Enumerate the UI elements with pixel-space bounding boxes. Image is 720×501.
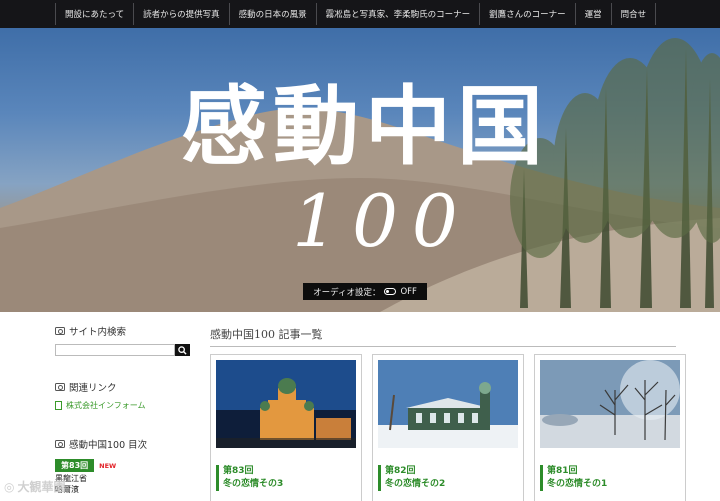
article-list-title: 感動中国100 記事一覧: [210, 326, 676, 347]
nav-item-liu-ying[interactable]: 劉鷹さんのコーナー: [479, 3, 575, 25]
toc-sub2: 哈爾濱: [55, 485, 79, 494]
camera-icon: [55, 440, 65, 448]
toc-sub1: 黒龍江省: [55, 474, 87, 483]
audio-setting-label: オーディオ設定：: [313, 287, 381, 298]
card-episode: 第81回: [547, 466, 578, 476]
top-navigation: 開設にあたって 読者からの提供写真 感動の日本の風景 霧凇島と写真家、李柔駒氏の…: [0, 0, 720, 28]
thumbnail-wooden-house: [378, 360, 518, 448]
card-caption: 第81回 冬の恋情その1: [540, 465, 680, 491]
card-episode: 第83回: [223, 466, 254, 476]
card-title: 冬の恋情その2: [385, 479, 446, 489]
hero-banner: 感動中国 100 オーディオ設定： OFF: [0, 28, 720, 312]
card-caption: 第83回 冬の恋情その3: [216, 465, 356, 491]
camera-icon: [55, 383, 65, 391]
thumbnail-cathedral: [216, 360, 356, 448]
article-list: 感動中国100 記事一覧 第83回 冬の恋情その3 第82回 冬の恋情その2 第…: [210, 326, 686, 501]
toc-heading-label: 感動中国100 目次: [69, 440, 148, 451]
camera-icon: [55, 327, 65, 335]
link-inform[interactable]: 株式会社インフォーム: [55, 400, 190, 411]
sidebar: サイト内検索 関連リンク 株式会社インフォーム 感動中国100 目次 第83回 …: [55, 324, 190, 494]
card-caption: 第82回 冬の恋情その2: [378, 465, 518, 491]
nav-item-japan-scenery[interactable]: 感動の日本の風景: [228, 3, 316, 25]
search-icon: [178, 345, 187, 355]
link-inform-label: 株式会社インフォーム: [66, 401, 146, 410]
document-icon: [55, 401, 62, 410]
search-heading: サイト内検索: [55, 324, 190, 338]
nav-list: 開設にあたって 読者からの提供写真 感動の日本の風景 霧凇島と写真家、李柔駒氏の…: [55, 3, 657, 25]
audio-setting-button[interactable]: オーディオ設定： OFF: [303, 283, 427, 300]
article-card[interactable]: 第82回 冬の恋情その2: [372, 354, 524, 501]
search-input[interactable]: [55, 344, 175, 356]
links-heading: 関連リンク: [55, 380, 190, 394]
hero-title-line2: 100: [292, 179, 471, 263]
toc-latest: 第83回 NEW: [55, 459, 190, 472]
search-heading-label: サイト内検索: [69, 327, 127, 338]
new-badge: NEW: [99, 461, 117, 470]
toggle-icon: [384, 288, 397, 295]
links-heading-label: 関連リンク: [69, 383, 117, 394]
nav-item-operation[interactable]: 運営: [574, 3, 611, 25]
hero-landscape: 感動中国 100: [0, 38, 720, 312]
watermark-logo-icon: ◎: [4, 479, 15, 494]
nav-item-rime-island[interactable]: 霧凇島と写真家、李柔駒氏のコーナー: [315, 3, 480, 25]
article-card[interactable]: 第83回 冬の恋情その3: [210, 354, 362, 501]
audio-state: OFF: [400, 286, 417, 297]
nav-item-contact[interactable]: 問合せ: [610, 3, 657, 25]
search-button[interactable]: [175, 344, 190, 356]
watermark: ◎ 大観華園: [4, 478, 66, 495]
article-card[interactable]: 第81回 冬の恋情その1: [534, 354, 686, 501]
toc-heading: 感動中国100 目次: [55, 437, 190, 451]
card-title: 冬の恋情その3: [223, 479, 284, 489]
thumbnail-frosted-trees: [540, 360, 680, 448]
watermark-text: 大観華園: [17, 480, 66, 494]
toc-episode-badge[interactable]: 第83回: [55, 459, 95, 472]
card-episode: 第82回: [385, 466, 416, 476]
search-form: [55, 344, 190, 356]
nav-item-about[interactable]: 開設にあたって: [55, 3, 133, 25]
card-row: 第83回 冬の恋情その3 第82回 冬の恋情その2 第81回 冬の恋情その1: [210, 354, 686, 501]
nav-item-reader-photos[interactable]: 読者からの提供写真: [133, 3, 229, 25]
hero-title-line1: 感動中国: [181, 76, 549, 177]
card-title: 冬の恋情その1: [547, 479, 608, 489]
